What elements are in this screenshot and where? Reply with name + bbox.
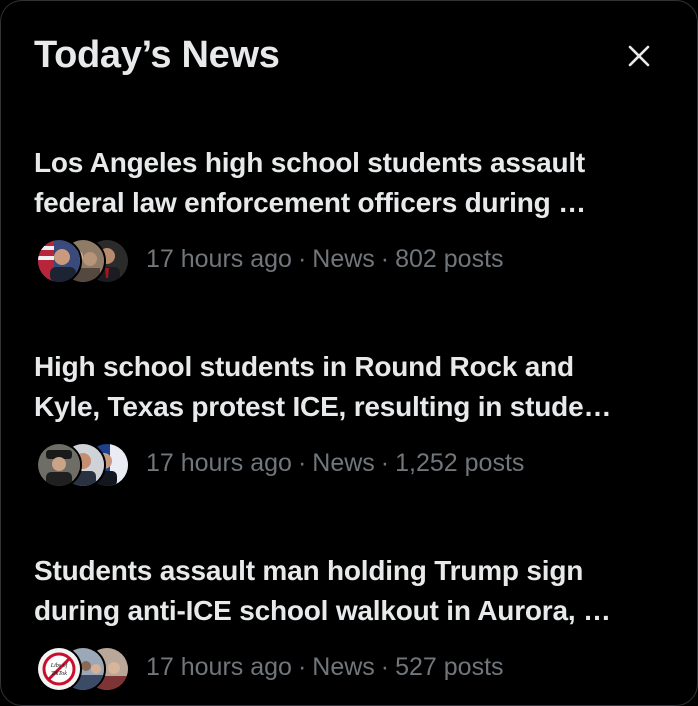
- avatar-stack: [36, 238, 132, 284]
- news-headline-line: during anti-ICE school walkout in Aurora…: [34, 595, 611, 626]
- avatar-stack: [36, 442, 132, 488]
- svg-text:Libs of: Libs of: [50, 662, 69, 669]
- todays-news-panel: Today’s News Los Angeles high school stu…: [0, 0, 698, 706]
- news-category: News: [312, 653, 375, 681]
- close-button[interactable]: [621, 38, 657, 74]
- separator-dot: ·: [297, 245, 307, 273]
- news-post-count: 1,252 posts: [395, 449, 525, 477]
- news-item[interactable]: Students assault man holding Trump sign …: [34, 551, 657, 692]
- separator-dot: ·: [297, 449, 307, 477]
- news-headline-line: Los Angeles high school students assault: [34, 147, 586, 178]
- news-headline-line: federal law enforcement officers during …: [34, 187, 586, 218]
- avatar-stack: Libs of TikTok: [36, 646, 132, 692]
- separator-dot: ·: [380, 653, 390, 681]
- separator-dot: ·: [380, 245, 390, 273]
- news-category: News: [312, 245, 375, 273]
- news-headline-line: Students assault man holding Trump sign: [34, 555, 584, 586]
- panel-header: Today’s News: [34, 31, 657, 81]
- news-meta: Libs of TikTok 17 hours ago · News · 527…: [34, 645, 657, 692]
- separator-dot: ·: [380, 449, 390, 477]
- news-meta-text: 17 hours ago · News · 802 posts: [146, 243, 504, 275]
- news-meta-text: 17 hours ago · News · 1,252 posts: [146, 447, 524, 479]
- avatar: [36, 442, 82, 488]
- news-post-count: 527 posts: [395, 653, 504, 681]
- news-headline[interactable]: High school students in Round Rock and K…: [34, 347, 657, 427]
- news-meta-text: 17 hours ago · News · 527 posts: [146, 651, 504, 683]
- news-time: 17 hours ago: [146, 653, 292, 681]
- avatar: [36, 238, 82, 284]
- news-time: 17 hours ago: [146, 245, 292, 273]
- news-meta: 17 hours ago · News · 802 posts: [34, 237, 657, 284]
- news-meta: 17 hours ago · News · 1,252 posts: [34, 441, 657, 488]
- close-icon: [628, 45, 650, 67]
- news-headline-line: High school students in Round Rock and: [34, 351, 574, 382]
- panel-title: Today’s News: [34, 34, 280, 76]
- news-item[interactable]: High school students in Round Rock and K…: [34, 347, 657, 488]
- news-headline[interactable]: Los Angeles high school students assault…: [34, 143, 657, 223]
- separator-dot: ·: [297, 653, 307, 681]
- news-post-count: 802 posts: [395, 245, 504, 273]
- news-time: 17 hours ago: [146, 449, 292, 477]
- svg-text:TikTok: TikTok: [51, 671, 67, 677]
- news-headline-line: Kyle, Texas protest ICE, resulting in st…: [34, 391, 612, 422]
- news-headline[interactable]: Students assault man holding Trump sign …: [34, 551, 657, 631]
- libs-of-tiktok-logo: Libs of TikTok: [36, 646, 82, 692]
- news-category: News: [312, 449, 375, 477]
- news-item[interactable]: Los Angeles high school students assault…: [34, 143, 657, 284]
